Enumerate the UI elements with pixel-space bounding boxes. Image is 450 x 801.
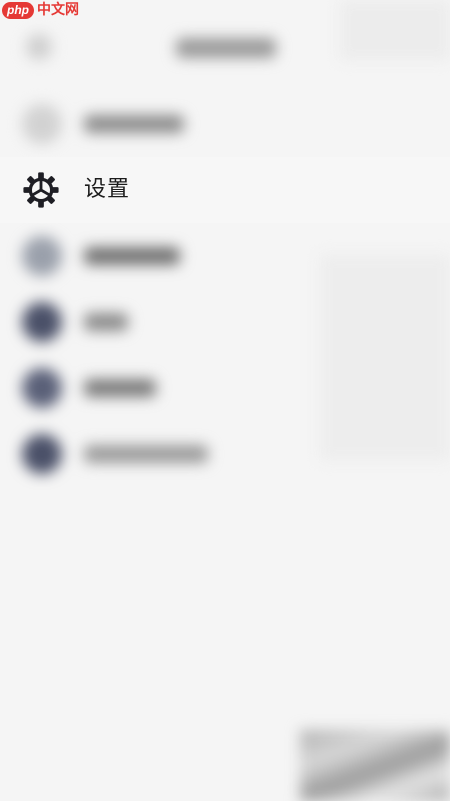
blurred-panel: [340, 0, 450, 60]
blurred-back-icon: [26, 34, 52, 60]
gear-icon: [23, 172, 59, 208]
settings-menu-item[interactable]: 设置: [0, 157, 450, 223]
php-cn-logo: php 中文网: [2, 0, 79, 20]
blurred-item-label: [84, 247, 180, 265]
logo-pill: php: [2, 1, 34, 19]
blurred-item-icon: [22, 104, 62, 144]
blurred-menu-item: [0, 91, 450, 157]
blurred-thumbnail: [300, 730, 450, 801]
app-screen: php 中文网 设置: [0, 0, 450, 801]
blurred-header-title: [176, 38, 276, 58]
blurred-item-label: [84, 115, 184, 133]
blurred-side-panel: [320, 255, 450, 460]
blurred-item-label: [84, 313, 128, 331]
blurred-item-icon: [22, 236, 62, 276]
blurred-background: [0, 0, 450, 801]
blurred-item-icon: [22, 434, 62, 474]
blurred-item-icon: [22, 368, 62, 408]
blurred-item-label: [84, 379, 156, 397]
blurred-item-icon: [22, 302, 62, 342]
settings-label: 设置: [84, 177, 131, 202]
logo-text: 中文网: [37, 2, 79, 18]
blurred-item-label: [84, 445, 208, 463]
